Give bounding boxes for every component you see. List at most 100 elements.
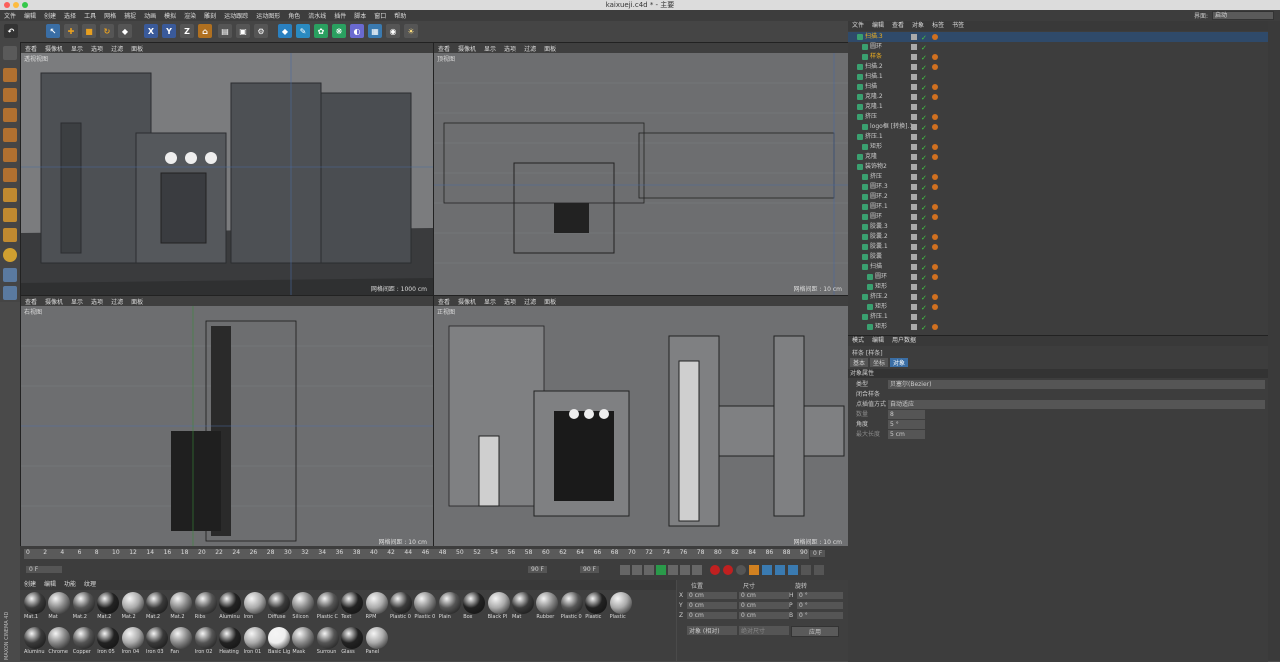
object-menu-item[interactable]: 书签 — [948, 21, 968, 31]
coord-rot[interactable]: 0 ° — [797, 592, 843, 599]
viewport-menu-item[interactable]: 过滤 — [520, 44, 540, 53]
viewport-top[interactable]: 查看 摄像机 显示 选项 过滤 面板 顶视图 网格间距 : 10 cm — [433, 42, 849, 296]
viewport-menu-item[interactable]: 选项 — [500, 44, 520, 53]
enable-snap-icon[interactable] — [3, 248, 17, 262]
attribute-tab[interactable]: 对象 — [890, 358, 909, 367]
material-tag-icon[interactable] — [932, 294, 938, 300]
visibility-icon[interactable] — [911, 304, 917, 310]
material-swatch[interactable]: Black Pl — [487, 592, 510, 625]
menu-item[interactable]: 选择 — [60, 11, 80, 20]
material-swatch[interactable]: Diffuse — [268, 592, 290, 625]
tweak-mode-icon[interactable] — [3, 208, 17, 222]
attribute-value[interactable]: 5 cm — [888, 430, 925, 439]
object-row[interactable]: 样条 ✓ — [848, 52, 1268, 62]
material-tag-icon[interactable] — [932, 84, 938, 90]
material-tag-icon[interactable] — [932, 54, 938, 60]
material-swatch[interactable]: Plastic C — [316, 592, 339, 625]
object-row[interactable]: 矩形 ✓ — [848, 282, 1268, 292]
y-axis-button[interactable]: Y — [162, 24, 176, 38]
material-swatch[interactable]: Plastic 0 — [560, 592, 583, 625]
material-swatch[interactable]: Plastic — [609, 592, 632, 625]
scale-tool-button[interactable]: ■ — [82, 24, 96, 38]
material-swatch[interactable]: Plastic 0 — [414, 592, 437, 625]
material-swatch[interactable]: Glass — [341, 627, 364, 660]
object-row[interactable]: 圆环 ✓ — [848, 272, 1268, 282]
max-frame-field[interactable]: 90 F — [580, 566, 599, 573]
material-tag-icon[interactable] — [932, 244, 938, 250]
visibility-icon[interactable] — [911, 44, 917, 50]
material-swatch[interactable]: Mat.2 — [170, 592, 193, 625]
attribute-tab[interactable]: 坐标 — [870, 358, 889, 367]
coord-rot[interactable]: 0 ° — [797, 602, 843, 609]
visibility-icon[interactable] — [911, 114, 917, 120]
visibility-icon[interactable] — [911, 34, 917, 40]
viewport-menu-item[interactable]: 摄像机 — [41, 297, 67, 306]
rotation-key-icon[interactable] — [762, 565, 772, 575]
render-settings-button[interactable]: ⚙ — [254, 24, 268, 38]
rotate-tool-button[interactable]: ↻ — [100, 24, 114, 38]
visibility-icon[interactable] — [911, 254, 917, 260]
attribute-menu-item[interactable]: 模式 — [848, 336, 868, 346]
material-tag-icon[interactable] — [932, 264, 938, 270]
visibility-icon[interactable] — [911, 244, 917, 250]
viewport-front[interactable]: 查看 摄像机 显示 选项 过滤 面板 正视图 网格间距 : 10 cm — [433, 295, 849, 549]
layers-icon[interactable] — [3, 268, 17, 282]
material-menu-item[interactable]: 编辑 — [40, 580, 60, 590]
subdivision-icon[interactable]: ✿ — [314, 24, 328, 38]
menu-item[interactable]: 插件 — [330, 11, 350, 20]
object-row[interactable]: 挤压 ✓ — [848, 112, 1268, 122]
object-row[interactable]: 胶囊.1 ✓ — [848, 242, 1268, 252]
viewport-menu-item[interactable]: 面板 — [540, 44, 560, 53]
material-tag-icon[interactable] — [932, 124, 938, 130]
menu-item[interactable]: 编辑 — [20, 11, 40, 20]
menu-item[interactable]: 运动图形 — [252, 11, 284, 20]
visibility-icon[interactable] — [911, 284, 917, 290]
end-frame-field[interactable]: 90 F — [528, 566, 547, 573]
material-swatch[interactable]: Plastic 0 — [390, 592, 412, 625]
viewport-menu-item[interactable]: 过滤 — [107, 44, 127, 53]
menu-item[interactable]: 网格 — [100, 11, 120, 20]
next-key-icon[interactable] — [680, 565, 690, 575]
attribute-menu-item[interactable]: 用户数据 — [888, 336, 920, 346]
visibility-icon[interactable] — [911, 54, 917, 60]
viewport-perspective[interactable]: 查看 摄像机 显示 选项 过滤 面板 透视视图 网格间距 : 1000 cm — [20, 42, 434, 296]
material-swatch[interactable]: Mask — [292, 627, 315, 660]
material-swatch[interactable]: Copper — [72, 627, 95, 660]
attribute-tab[interactable]: 基本 — [850, 358, 869, 367]
material-swatch[interactable]: Box — [463, 592, 486, 625]
attribute-value[interactable]: 贝塞尔(Bezier) — [888, 380, 1265, 389]
coord-size[interactable]: 0 cm — [739, 592, 789, 599]
object-row[interactable]: 圆环 ✓ — [848, 42, 1268, 52]
material-tag-icon[interactable] — [932, 304, 938, 310]
object-row[interactable]: logo框 [转换].1 ✓ — [848, 122, 1268, 132]
coord-pos[interactable]: 0 cm — [687, 602, 737, 609]
attribute-value[interactable] — [888, 390, 925, 399]
object-row[interactable]: 挤压.1 ✓ — [848, 312, 1268, 322]
next-frame-icon[interactable] — [668, 565, 678, 575]
material-swatch[interactable]: Iron 04 — [121, 627, 144, 660]
object-row[interactable]: 克隆 ✓ — [848, 152, 1268, 162]
material-swatch[interactable]: Fan — [170, 627, 193, 660]
material-swatch[interactable]: Aluminu — [24, 627, 46, 660]
viewport-menu-item[interactable]: 摄像机 — [454, 44, 480, 53]
light-icon[interactable]: ☀ — [404, 24, 418, 38]
visibility-icon[interactable] — [911, 134, 917, 140]
material-swatch[interactable]: Surroun — [316, 627, 339, 660]
layout-dropdown[interactable]: 启动 — [1212, 11, 1274, 20]
menu-item[interactable]: 动画 — [140, 11, 160, 20]
material-tag-icon[interactable] — [932, 274, 938, 280]
material-swatch[interactable]: Iron 05 — [97, 627, 120, 660]
menu-item[interactable]: 文件 — [0, 11, 20, 20]
material-swatch[interactable]: Heating — [219, 627, 242, 660]
visibility-icon[interactable] — [911, 164, 917, 170]
viewport-menu-item[interactable]: 查看 — [434, 44, 454, 53]
menu-item[interactable]: 雕刻 — [200, 11, 220, 20]
pla-key-icon[interactable] — [801, 565, 811, 575]
visibility-icon[interactable] — [911, 74, 917, 80]
coord-system-button[interactable]: ⌂ — [198, 24, 212, 38]
visibility-icon[interactable] — [911, 274, 917, 280]
timeline-icon[interactable] — [814, 565, 824, 575]
locked-workplane-icon[interactable] — [3, 286, 17, 300]
param-key-icon[interactable] — [788, 565, 798, 575]
visibility-icon[interactable] — [911, 124, 917, 130]
